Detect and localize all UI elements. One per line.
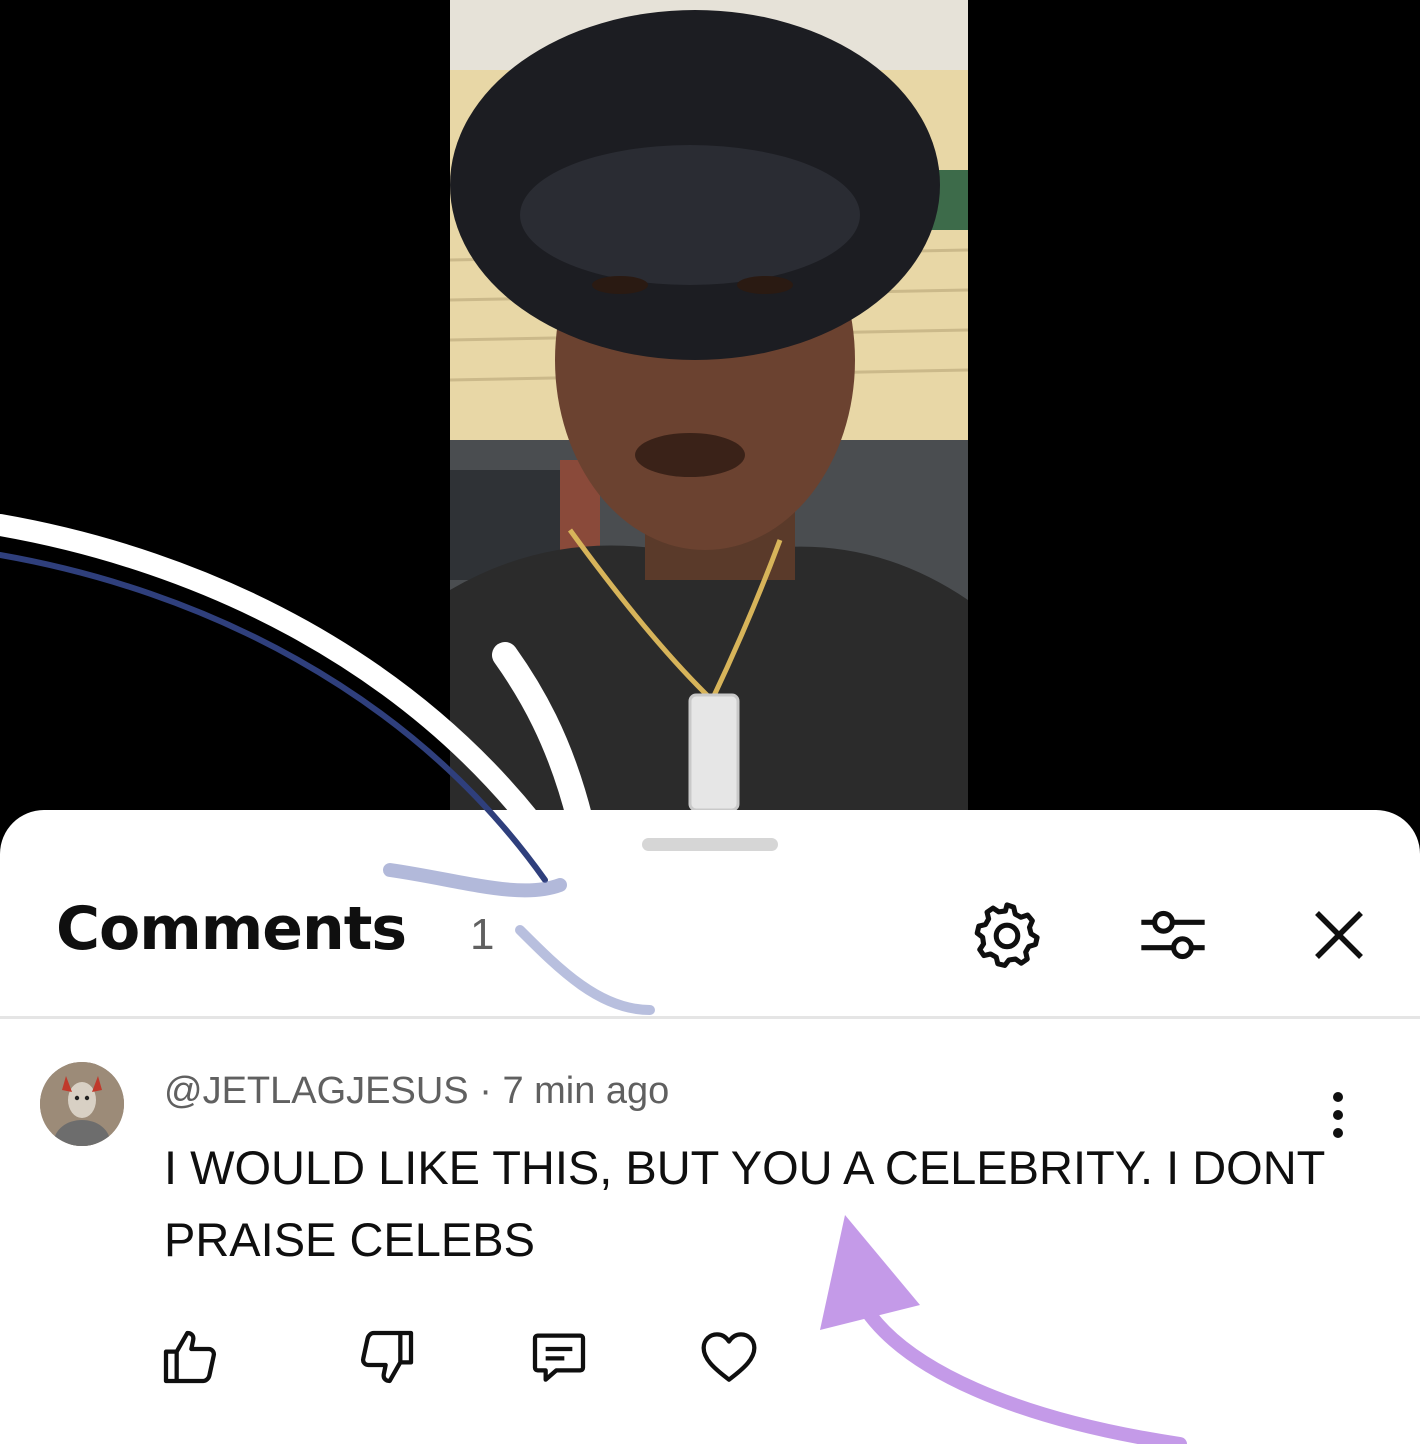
reply-button[interactable] bbox=[524, 1322, 594, 1392]
filter-button[interactable] bbox=[1128, 890, 1218, 980]
reply-icon bbox=[532, 1333, 586, 1382]
close-button[interactable] bbox=[1294, 890, 1384, 980]
comment-author[interactable]: @JETLAGJESUS bbox=[164, 1070, 469, 1112]
settings-button[interactable] bbox=[962, 890, 1052, 980]
sliders-icon bbox=[1141, 910, 1205, 960]
divider bbox=[0, 1016, 1420, 1019]
comment-text: I WOULD LIKE THIS, BUT YOU A CELEBRITY. … bbox=[164, 1141, 1325, 1266]
comment-item: @JETLAGJESUS · 7 min ago I WOULD LIKE TH… bbox=[0, 1050, 1420, 1430]
video-thumbnail-art bbox=[450, 0, 968, 810]
avatar-image bbox=[40, 1062, 124, 1146]
comment-meta: @JETLAGJESUS · 7 min ago bbox=[164, 1070, 669, 1113]
comment-count: 1 bbox=[470, 910, 495, 959]
video-frame[interactable] bbox=[450, 0, 968, 810]
heart-icon bbox=[701, 1332, 757, 1382]
gear-icon bbox=[974, 902, 1040, 968]
page-title: Comments bbox=[56, 894, 407, 964]
thumbs-down-icon bbox=[360, 1330, 414, 1384]
thumbs-up-icon bbox=[163, 1330, 217, 1384]
avatar[interactable] bbox=[40, 1062, 124, 1146]
comments-sheet: Comments 1 @JETLAGJESUS · 7 min ago I WO… bbox=[0, 810, 1420, 1444]
close-icon bbox=[1315, 911, 1363, 959]
video-player[interactable] bbox=[0, 0, 1420, 810]
heart-button[interactable] bbox=[694, 1322, 764, 1392]
like-button[interactable] bbox=[155, 1322, 225, 1392]
comment-timestamp: 7 min ago bbox=[502, 1070, 670, 1112]
meta-separator: · bbox=[468, 1070, 503, 1112]
dislike-button[interactable] bbox=[352, 1322, 422, 1392]
drag-handle[interactable] bbox=[642, 838, 778, 851]
